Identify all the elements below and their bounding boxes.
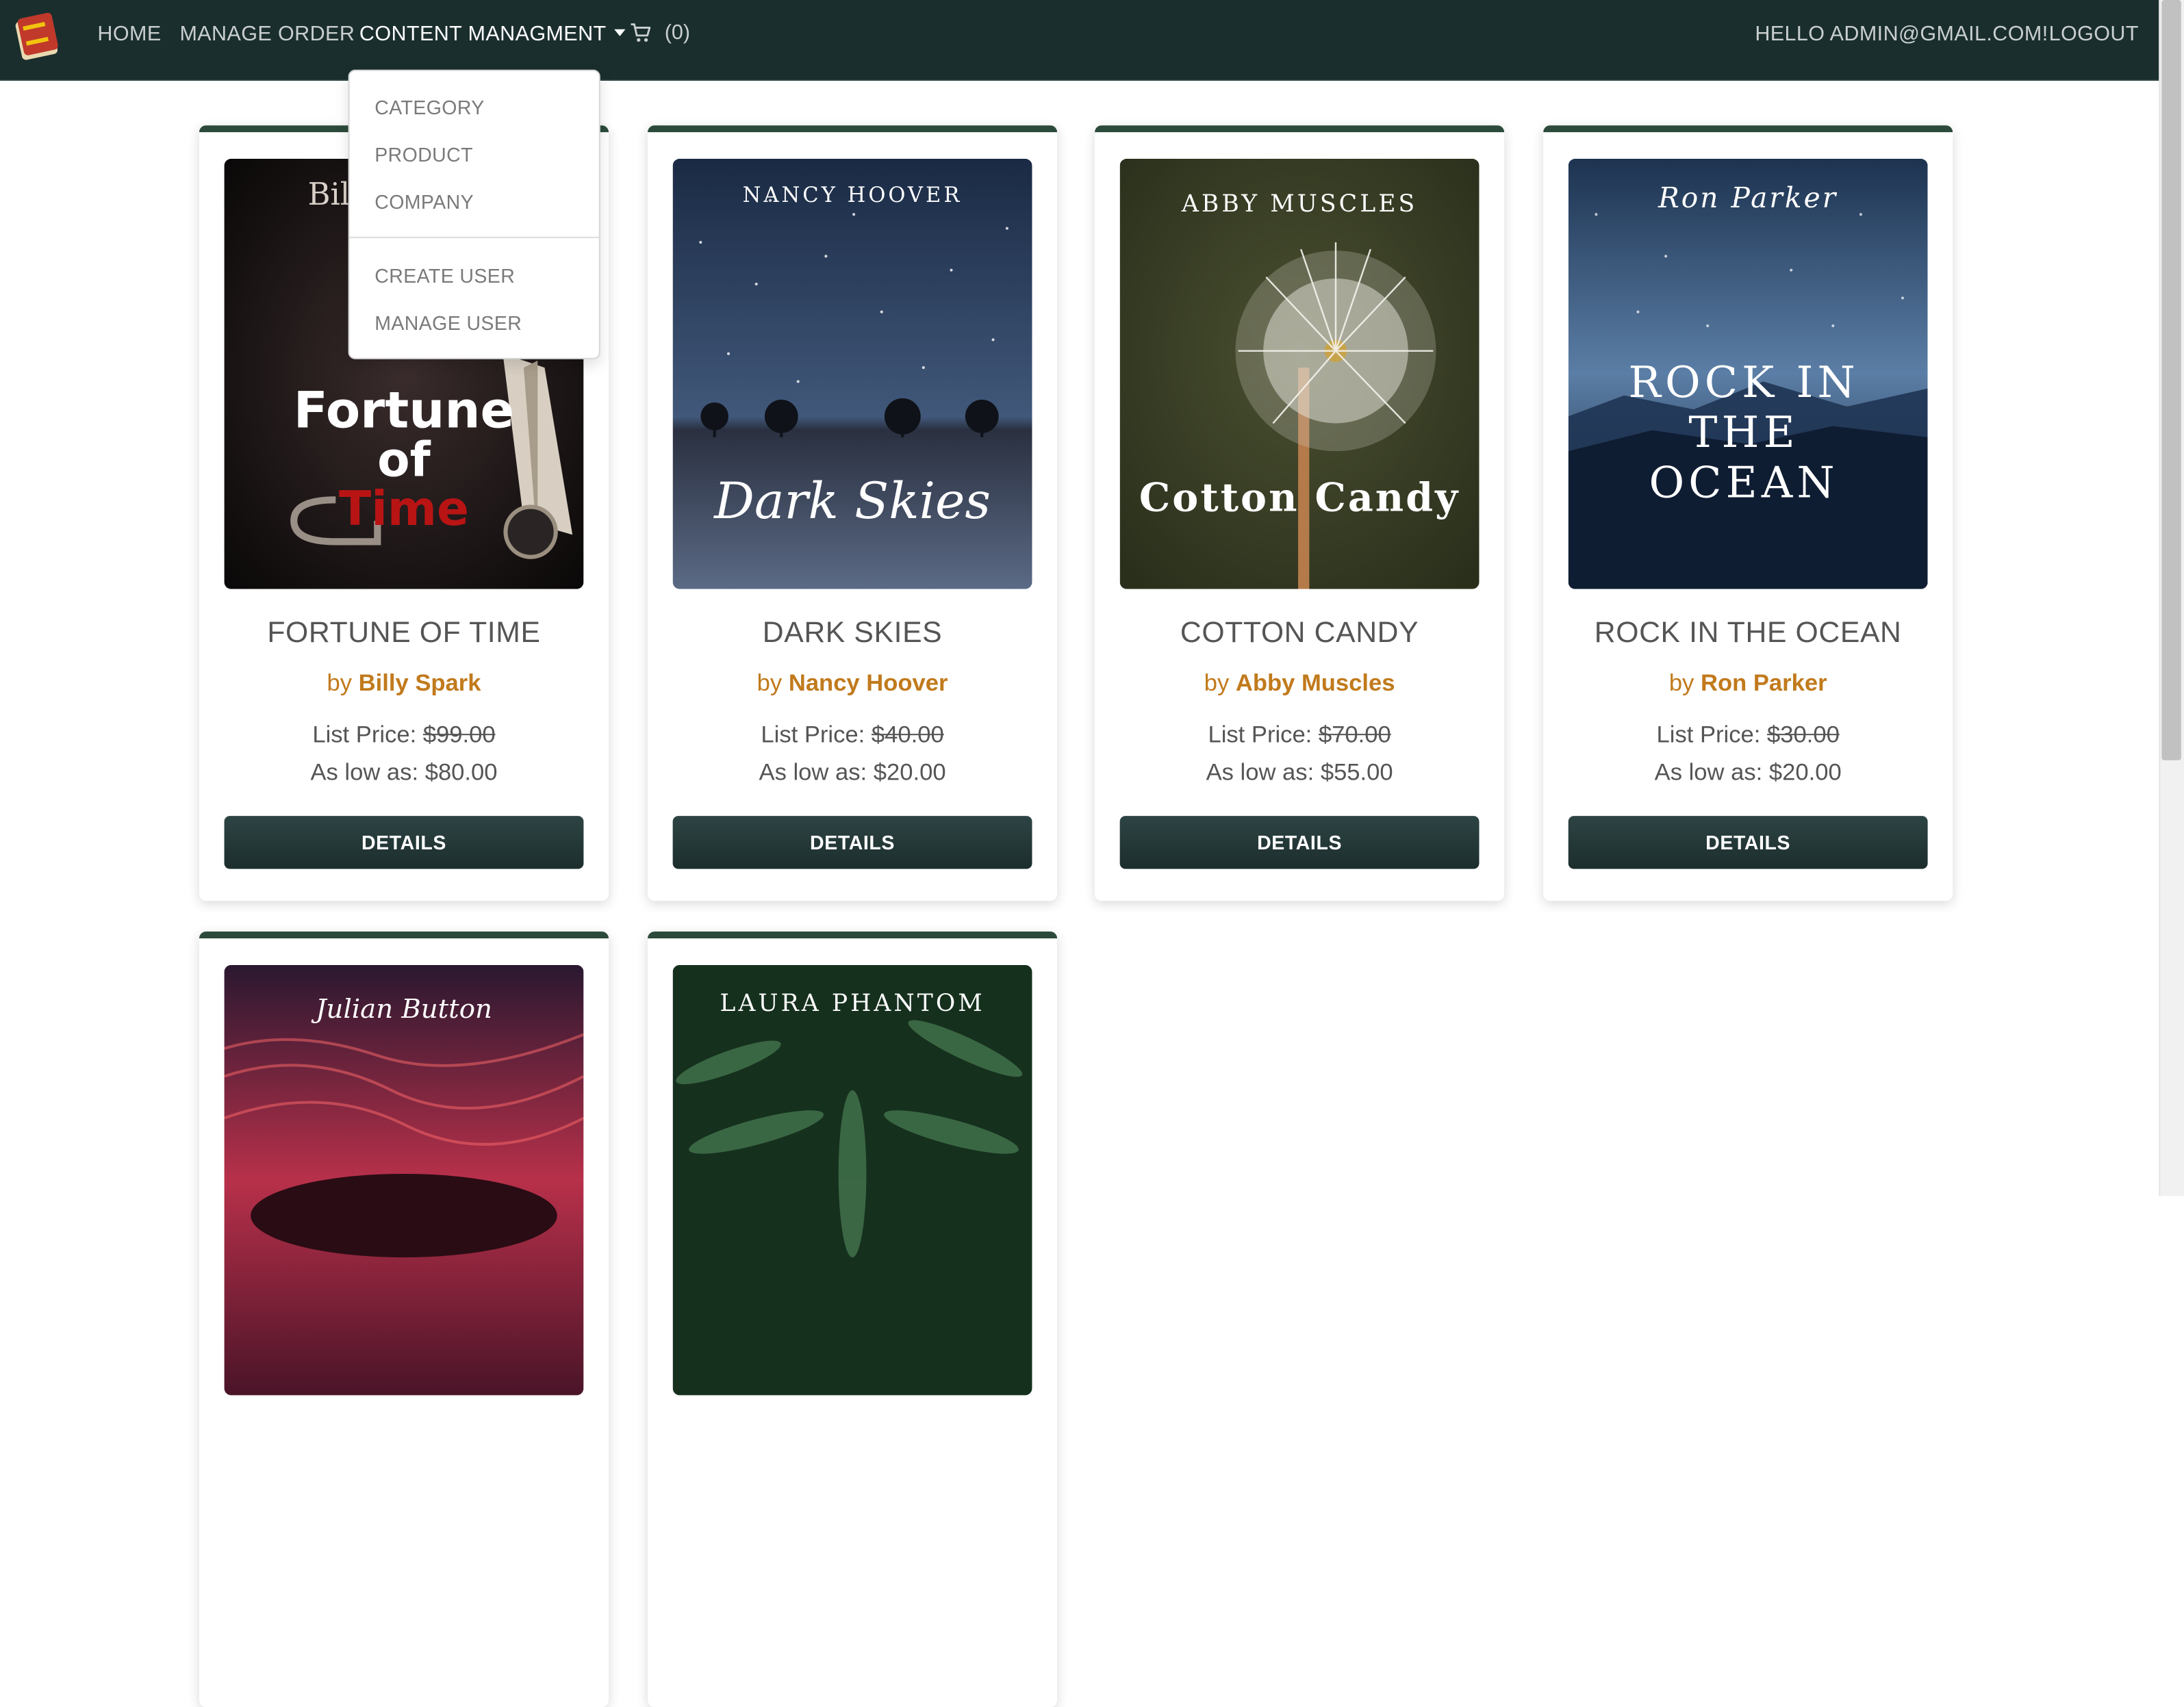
- book-title: FORTUNE OF TIME: [267, 617, 541, 650]
- book-logo-icon[interactable]: [14, 11, 61, 61]
- list-price-label: List Price:: [1656, 721, 1761, 748]
- book-cover-image[interactable]: Julian Button: [224, 964, 584, 1396]
- cart-count: (0): [664, 21, 691, 45]
- low-price-value: $20.00: [873, 758, 946, 786]
- book-title: ROCK IN THE OCEAN: [1594, 617, 1902, 650]
- cover-title-line-1: ROCK IN: [1628, 357, 1859, 407]
- product-card-laura-phantom: LAURA PHANTOM: [647, 932, 1058, 1707]
- list-price-value: $30.00: [1767, 721, 1840, 748]
- caret-down-icon: [614, 28, 626, 36]
- product-card-rock-in-the-ocean: Ron Parker ROCK IN THE OCEAN ROCK IN THE…: [1543, 125, 1953, 901]
- list-price: List Price: $70.00: [1095, 721, 1504, 749]
- list-price: List Price: $30.00: [1543, 721, 1953, 749]
- cover-title-line-2: of: [377, 433, 431, 488]
- details-button[interactable]: DETAILS: [1119, 816, 1480, 869]
- by-label: by: [1668, 669, 1694, 697]
- author-name: Billy Spark: [358, 669, 481, 697]
- low-price: As low as: $55.00: [1095, 759, 1504, 787]
- cover-author-text: LAURA PHANTOM: [720, 990, 985, 1017]
- details-button[interactable]: DETAILS: [224, 816, 584, 869]
- book-cover-image[interactable]: NANCY HOOVER Dark Skies: [672, 158, 1032, 589]
- nav-cart-link[interactable]: (0): [630, 21, 691, 45]
- cover-author-text: NANCY HOOVER: [743, 183, 963, 207]
- cover-author-text: Julian Button: [311, 994, 492, 1025]
- cover-title-line-2: THE: [1688, 407, 1799, 457]
- book-cover-image[interactable]: LAURA PHANTOM: [672, 964, 1032, 1396]
- book-cover-image[interactable]: Ron Parker ROCK IN THE OCEAN: [1568, 158, 1928, 589]
- list-price-value: $99.00: [422, 721, 496, 748]
- product-card-dark-skies: NANCY HOOVER Dark Skies DARK SKIES by Na…: [647, 125, 1058, 901]
- list-price-label: List Price:: [1208, 721, 1312, 748]
- nav-home-link[interactable]: HOME: [97, 23, 161, 47]
- low-price-label: As low as:: [759, 758, 867, 786]
- low-price-value: $55.00: [1320, 758, 1393, 786]
- low-price: As low as: $80.00: [199, 759, 609, 787]
- low-price: As low as: $20.00: [1543, 759, 1953, 787]
- low-price-label: As low as:: [1654, 758, 1763, 786]
- user-greeting: HELLO ADMIN@GMAIL.COM!: [1755, 22, 2048, 47]
- details-button[interactable]: DETAILS: [672, 816, 1032, 869]
- book-author: by Abby Muscles: [1095, 670, 1504, 698]
- author-name: Abby Muscles: [1235, 669, 1395, 697]
- by-label: by: [1204, 669, 1230, 697]
- low-price-label: As low as:: [1206, 758, 1315, 786]
- list-price-label: List Price:: [761, 721, 865, 748]
- book-title: COTTON CANDY: [1180, 617, 1419, 650]
- dropdown-item-category[interactable]: CATEGORY: [374, 96, 484, 118]
- list-price-value: $40.00: [871, 721, 944, 748]
- cover-author-text: Ron Parker: [1658, 181, 1838, 214]
- book-author: by Nancy Hoover: [648, 670, 1057, 698]
- book-cover-image[interactable]: ABBY MUSCLES Cotton Candy: [1119, 158, 1480, 589]
- content-management-dropdown: CATEGORY PRODUCT COMPANY CREATE USER MAN…: [348, 69, 600, 359]
- list-price-label: List Price:: [312, 721, 417, 748]
- cover-title-line-3: OCEAN: [1649, 457, 1838, 507]
- cover-author-text: ABBY MUSCLES: [1181, 190, 1417, 218]
- low-price-label: As low as:: [310, 758, 419, 786]
- by-label: by: [327, 669, 353, 697]
- low-price-value: $20.00: [1768, 758, 1842, 786]
- low-price: As low as: $20.00: [648, 759, 1057, 787]
- author-name: Ron Parker: [1701, 669, 1827, 697]
- dropdown-item-company[interactable]: COMPANY: [374, 191, 474, 214]
- top-navbar: HOME MANAGE ORDER CONTENT MANAGMENT (0) …: [0, 0, 2159, 81]
- dropdown-item-create-user[interactable]: CREATE USER: [374, 265, 515, 287]
- cart-icon: [631, 23, 651, 42]
- by-label: by: [757, 669, 783, 697]
- details-button[interactable]: DETAILS: [1568, 816, 1928, 869]
- low-price-value: $80.00: [424, 758, 498, 786]
- product-card-cotton-candy: ABBY MUSCLES Cotton Candy COTTON CANDY b…: [1095, 125, 1505, 901]
- product-card-julian-button: Julian Button: [199, 932, 609, 1707]
- logout-link[interactable]: LOGOUT: [2049, 23, 2139, 47]
- list-price: List Price: $99.00: [199, 721, 609, 749]
- cover-title-line-1: Cotton Candy: [1139, 476, 1460, 521]
- cover-title-line-1: Dark Skies: [713, 472, 991, 530]
- book-author: by Ron Parker: [1543, 670, 1953, 698]
- cover-title-line-3: Time: [339, 482, 469, 537]
- book-author: by Billy Spark: [199, 670, 609, 698]
- cover-title-line-1: Fortune: [294, 382, 514, 440]
- author-name: Nancy Hoover: [788, 669, 948, 697]
- nav-content-management-toggle[interactable]: CONTENT MANAGMENT: [359, 22, 626, 47]
- dropdown-item-manage-user[interactable]: MANAGE USER: [374, 312, 522, 335]
- book-title: DARK SKIES: [762, 617, 943, 650]
- dropdown-divider: [349, 236, 599, 238]
- nav-manage-order-link[interactable]: MANAGE ORDER: [179, 23, 355, 47]
- dropdown-item-product[interactable]: PRODUCT: [374, 144, 473, 166]
- page-scrollbar-thumb[interactable]: [2161, 0, 2181, 760]
- nav-content-management-label: CONTENT MANAGMENT: [359, 22, 607, 47]
- list-price-value: $70.00: [1318, 721, 1391, 748]
- list-price: List Price: $40.00: [648, 721, 1057, 749]
